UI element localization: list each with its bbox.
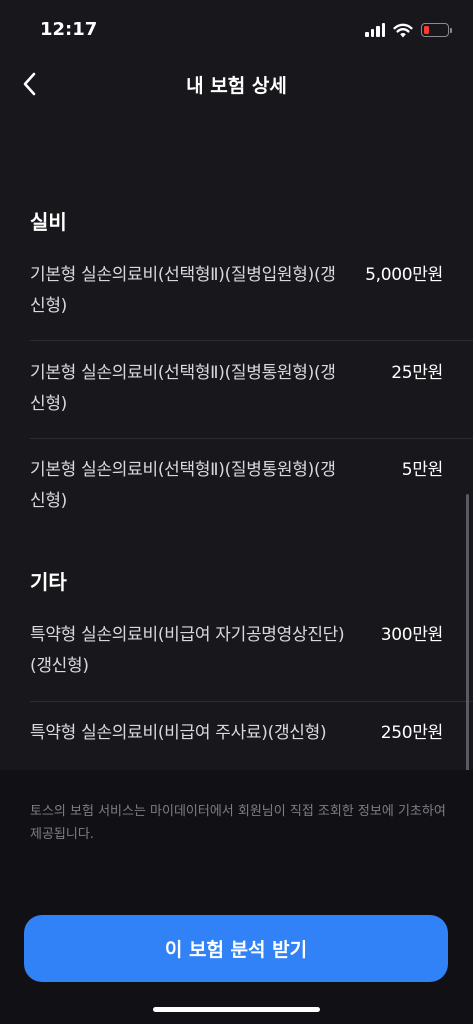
coverage-name: 특약형 실손의료비(비급여 주사료)(갱신형) bbox=[30, 723, 327, 743]
coverage-name: 특약형 실손의료비(비급여 자기공명영상진단)(갱신형) bbox=[30, 625, 345, 676]
coverage-item[interactable]: 기본형 실손의료비(선택형Ⅱ)(질병통원형)(갱신형) 5만원 bbox=[30, 439, 473, 537]
analyze-insurance-button[interactable]: 이 보험 분석 받기 bbox=[24, 915, 448, 982]
coverage-name: 기본형 실손의료비(선택형Ⅱ)(질병입원형)(갱신형) bbox=[30, 265, 336, 316]
coverage-item[interactable]: 특약형 실손의료비(비급여 주사료)(갱신형) 250만원 bbox=[30, 702, 473, 768]
coverage-amount: 5만원 bbox=[401, 460, 444, 480]
status-icons bbox=[365, 20, 452, 40]
coverage-name: 기본형 실손의료비(선택형Ⅱ)(질병통원형)(갱신형) bbox=[30, 363, 336, 414]
status-time: 12:17 bbox=[40, 19, 98, 40]
coverage-amount: 25만원 bbox=[391, 363, 443, 383]
cellular-signal-icon bbox=[365, 23, 385, 37]
coverage-name: 기본형 실손의료비(선택형Ⅱ)(질병통원형)(갱신형) bbox=[30, 460, 336, 511]
coverage-amount: 250만원 bbox=[380, 723, 444, 743]
coverage-item[interactable]: 기본형 실손의료비(선택형Ⅱ)(질병통원형)(갱신형) 25만원 bbox=[30, 341, 473, 439]
coverage-amount: 300만원 bbox=[380, 625, 444, 645]
status-bar: 12:17 bbox=[0, 0, 473, 58]
battery-icon bbox=[421, 23, 452, 37]
coverage-item[interactable]: 특약형 실손의료비(비급여 자기공명영상진단)(갱신형) 300만원 bbox=[30, 618, 473, 702]
page-title: 내 보험 상세 bbox=[186, 75, 287, 97]
disclaimer-text: 토스의 보험 서비스는 마이데이터에서 회원님이 직접 조회한 정보에 기초하여… bbox=[30, 804, 446, 842]
coverage-amount: 5,000만원 bbox=[365, 265, 443, 285]
coverage-item[interactable]: 기본형 실손의료비(선택형Ⅱ)(질병입원형)(갱신형) 5,000만원 bbox=[30, 258, 473, 341]
section-title-gita: 기타 bbox=[30, 570, 67, 594]
coverage-list[interactable]: 실비 기본형 실손의료비(선택형Ⅱ)(질병입원형)(갱신형) 5,000만원 기… bbox=[0, 110, 473, 770]
home-indicator[interactable] bbox=[153, 1007, 320, 1012]
section-title-silbi: 실비 bbox=[30, 210, 67, 234]
footer: 토스의 보험 서비스는 마이데이터에서 회원님이 직접 조회한 정보에 기초하여… bbox=[0, 770, 473, 1024]
wifi-icon bbox=[393, 23, 413, 37]
navigation-bar: 내 보험 상세 bbox=[0, 58, 473, 110]
